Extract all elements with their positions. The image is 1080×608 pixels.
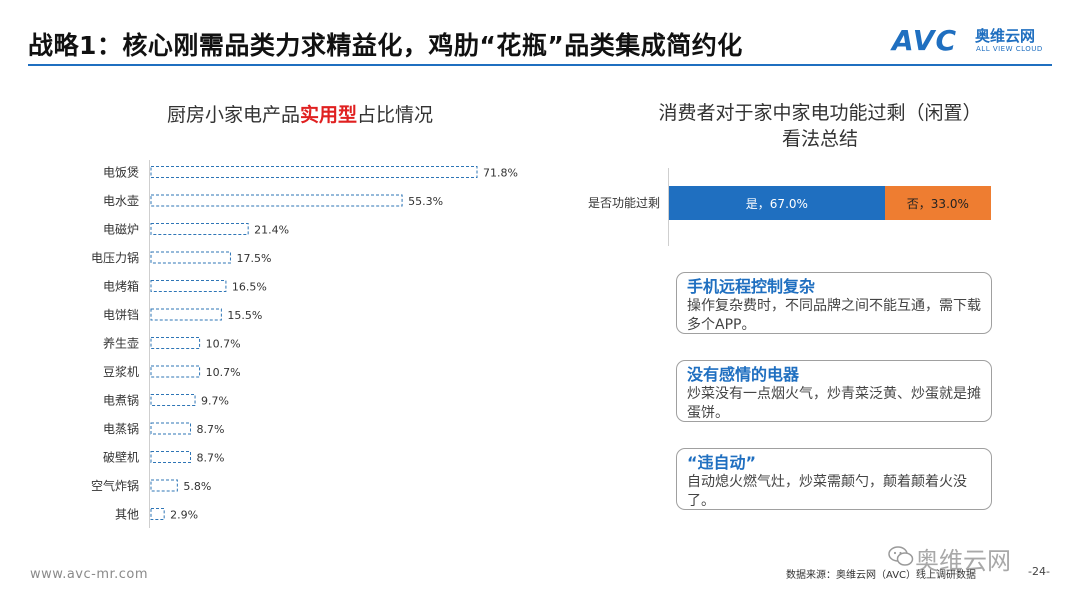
opinion-card-text: 炒菜没有一点烟火气，炒青菜泛黄、炒蛋就是摊蛋饼。 — [687, 386, 981, 421]
data-source: 数据来源：奥维云网（AVC）线上调研数据 — [786, 570, 977, 581]
opinion-card-title: 手机远程控制复杂 — [687, 277, 816, 296]
bar — [150, 508, 165, 520]
bar-category-label: 空气炸锅 — [91, 478, 139, 493]
stacked-bar-yes-segment: 是，67.0% — [669, 186, 885, 220]
logo-english-name: ALL VIEW CLOUD — [976, 45, 1043, 53]
page-title: 战略1：核心刚需品类力求精益化，鸡肋“花瓶”品类集成简约化 — [28, 31, 743, 60]
bar-value-label: 5.8% — [183, 480, 211, 493]
bar-value-label: 9.7% — [201, 395, 229, 408]
bar-category-label: 电水壶 — [103, 193, 139, 208]
right-chart-title-line1: 消费者对于家中家电功能过剩（闲置） — [658, 102, 982, 124]
opinion-card-text: 操作复杂费时，不同品牌之间不能互通，需下载多个APP。 — [687, 298, 981, 333]
bar-value-label: 2.9% — [170, 509, 198, 522]
bar-value-label: 15.5% — [227, 309, 262, 322]
opinion-card-remote-control: 手机远程控制复杂 操作复杂费时，不同品牌之间不能互通，需下载多个APP。 — [676, 272, 992, 334]
bar — [150, 280, 227, 292]
left-chart-title: 厨房小家电产品实用型占比情况 — [0, 100, 600, 127]
header-divider — [28, 64, 1052, 66]
opinion-card-title: 没有感情的电器 — [687, 365, 800, 384]
bar — [150, 194, 403, 207]
bar — [150, 308, 222, 321]
stacked-bar-category: 是否功能过剩 — [587, 196, 660, 210]
bar-value-label: 8.7% — [197, 452, 225, 465]
opinion-card-anti-auto: “违自动” 自动熄火燃气灶，炒菜需颠勺，颠着颠着火没了。 — [676, 448, 992, 510]
bar-value-label: 8.7% — [197, 423, 225, 436]
bar-category-label: 其他 — [115, 508, 139, 522]
bar-category-label: 电烤箱 — [103, 279, 139, 294]
wechat-icon — [888, 546, 914, 566]
bar-value-label: 10.7% — [206, 338, 241, 351]
bar-category-label: 豆浆机 — [103, 364, 139, 379]
bar — [150, 251, 231, 264]
bar-value-label: 10.7% — [206, 366, 241, 379]
avc-logo: AVC 奥维云网 ALL VIEW CLOUD — [890, 24, 1055, 58]
left-chart-title-pre: 厨房小家电产品 — [166, 104, 300, 126]
bar-value-label: 17.5% — [236, 252, 271, 265]
bar-value-label: 21.4% — [254, 224, 289, 237]
bar — [150, 422, 192, 435]
bar — [150, 166, 478, 178]
bar-category-label: 电磁炉 — [103, 222, 139, 237]
stacked-bar-no-segment: 否，33.0% — [884, 186, 991, 220]
opinion-card-no-feeling: 没有感情的电器 炒菜没有一点烟火气，炒青菜泛黄、炒蛋就是摊蛋饼。 — [676, 360, 992, 422]
left-chart-title-post: 占比情况 — [357, 104, 434, 126]
bar-value-label: 16.5% — [232, 281, 267, 294]
bar — [150, 394, 196, 406]
left-chart-title-highlight: 实用型 — [299, 104, 357, 126]
opinion-card-text: 自动熄火燃气灶，炒菜需颠勺，颠着颠着火没了。 — [687, 474, 967, 509]
bar-category-label: 电蒸锅 — [103, 421, 139, 436]
bar-category-label: 电压力锅 — [91, 250, 139, 265]
bar — [150, 365, 201, 378]
bar-category-label: 电饭煲 — [103, 165, 139, 180]
bar-value-label: 71.8% — [483, 167, 518, 180]
bar — [150, 479, 178, 492]
bar — [150, 223, 249, 235]
bar-category-label: 电饼铛 — [103, 307, 139, 322]
page-number: -24- — [1028, 565, 1050, 578]
bar — [150, 337, 201, 349]
logo-chinese-name: 奥维云网 — [975, 27, 1036, 45]
bar-category-label: 破壁机 — [103, 450, 139, 465]
website-url: www.avc-mr.com — [30, 567, 149, 582]
bar — [150, 451, 192, 463]
practical-share-bar-chart: 电饭煲 71.8% 电水壶 55.3% 电磁炉 21.4% 电压力锅 17.5% 电烤箱 16.5… — [91, 165, 518, 522]
bar-category-label: 电煮锅 — [103, 393, 139, 408]
bar-value-label: 55.3% — [408, 195, 443, 208]
opinion-card-title: “违自动” — [687, 453, 757, 472]
right-chart-title-line2: 看法总结 — [781, 128, 858, 150]
right-chart-title: 消费者对于家中家电功能过剩（闲置） 看法总结 — [600, 100, 1040, 152]
logo-wordmark: AVC — [892, 24, 957, 57]
bar-category-label: 养生壶 — [103, 336, 139, 351]
